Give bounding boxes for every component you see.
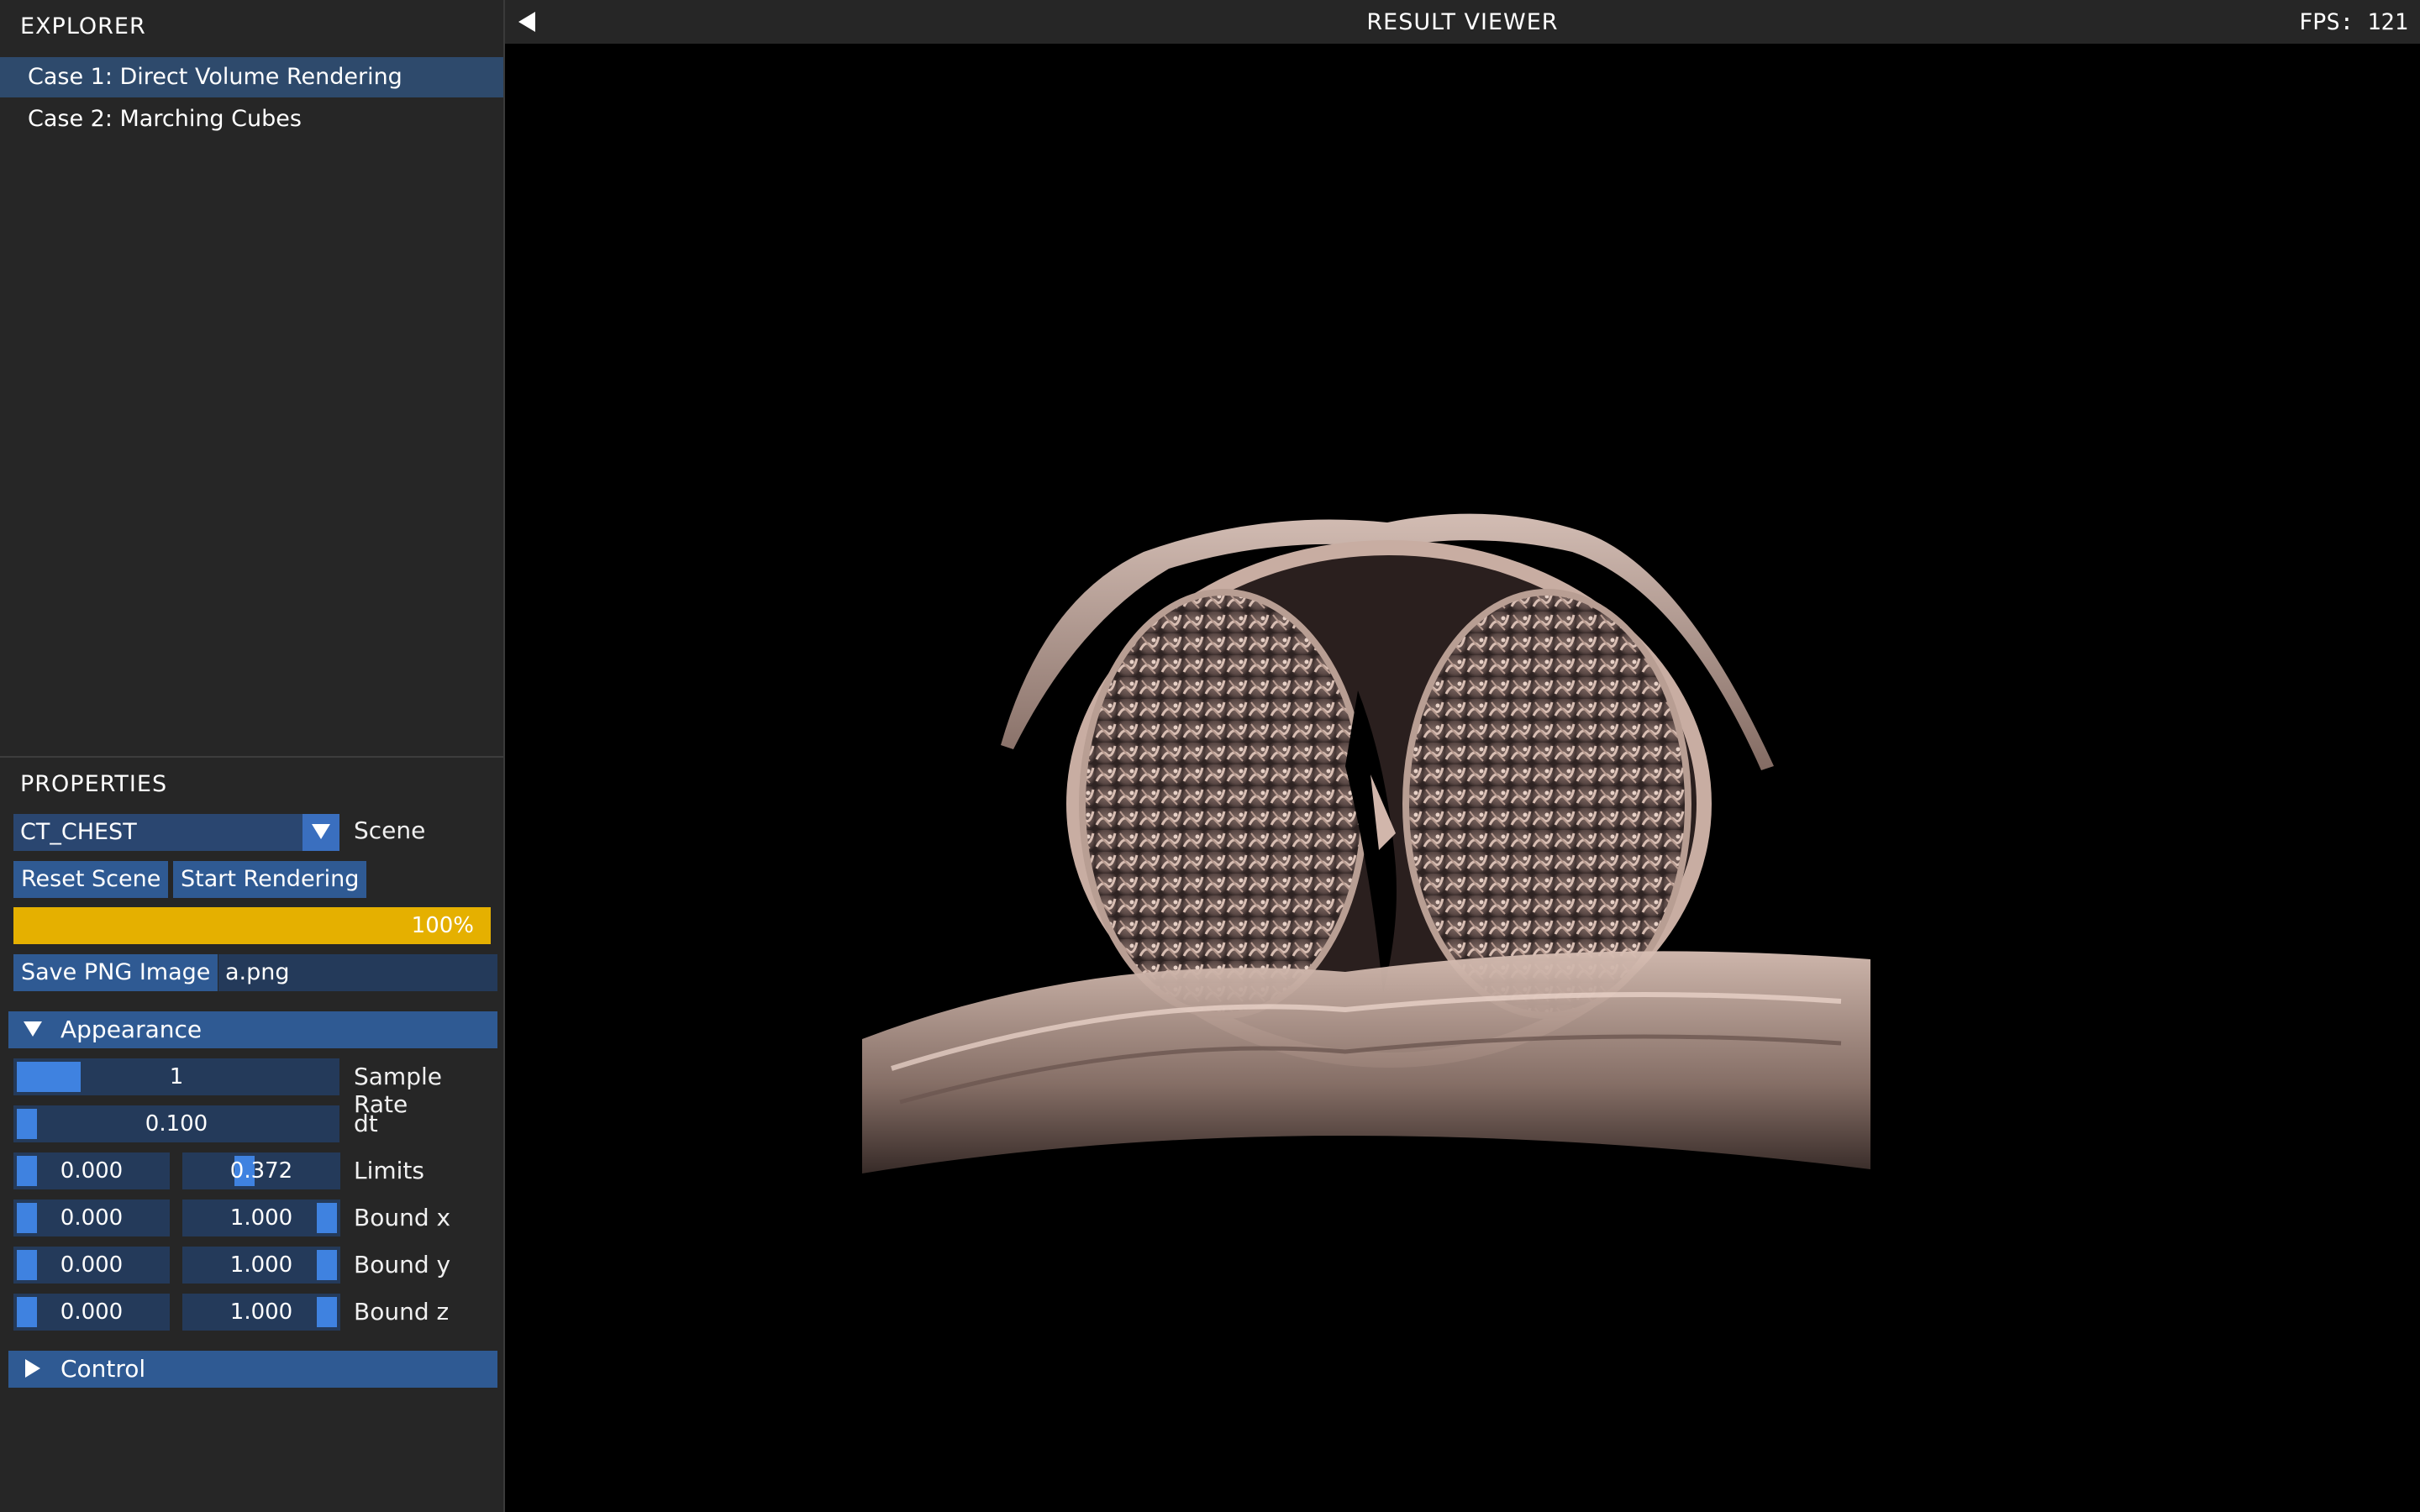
bound-y-label: Bound y — [354, 1251, 451, 1278]
control-label: Control — [60, 1355, 146, 1383]
dt-label: dt — [354, 1110, 378, 1137]
explorer-item-marching-cubes[interactable]: Case 2: Marching Cubes — [0, 99, 503, 139]
render-viewport[interactable] — [505, 44, 2420, 1512]
bound-z-max-value: 1.000 — [229, 1299, 293, 1325]
chevron-down-icon[interactable] — [302, 814, 339, 851]
bound-x-max-value: 1.000 — [229, 1205, 293, 1231]
bound-z-max-slider[interactable]: 1.000 — [182, 1294, 340, 1331]
sample-rate-slider[interactable]: 1 — [13, 1058, 339, 1095]
control-section-header[interactable]: Control — [8, 1351, 497, 1388]
bound-z-min-value: 0.000 — [60, 1299, 124, 1325]
bound-y-max-value: 1.000 — [229, 1252, 293, 1278]
bound-z-label: Bound z — [354, 1298, 450, 1326]
panel-divider[interactable] — [0, 756, 503, 758]
limits-max-value: 0.372 — [229, 1158, 293, 1184]
bound-z-min-slider[interactable]: 0.000 — [13, 1294, 170, 1331]
scene-dropdown[interactable]: CT_CHEST — [13, 814, 339, 851]
properties-title: PROPERTIES — [20, 771, 168, 797]
sample-rate-value: 1 — [169, 1064, 184, 1089]
dt-slider[interactable]: 0.100 — [13, 1105, 339, 1142]
triangle-down-icon — [24, 1020, 42, 1042]
render-progress-bar: 100% — [13, 907, 491, 944]
volume-render-image — [862, 513, 1870, 1173]
progress-text: 100% — [411, 913, 474, 938]
triangle-right-icon — [24, 1359, 42, 1381]
explorer-title: EXPLORER — [20, 13, 146, 39]
dt-value: 0.100 — [145, 1111, 208, 1137]
bound-x-max-slider[interactable]: 1.000 — [182, 1200, 340, 1236]
bound-x-min-value: 0.000 — [60, 1205, 124, 1231]
left-panel: EXPLORER Case 1: Direct Volume Rendering… — [0, 0, 505, 1512]
fps-counter: FPS: 121 — [2298, 9, 2408, 35]
save-png-button[interactable]: Save PNG Image — [13, 954, 218, 991]
bound-x-min-slider[interactable]: 0.000 — [13, 1200, 170, 1236]
bound-x-label: Bound x — [354, 1204, 451, 1231]
scene-label: Scene — [354, 816, 426, 844]
limits-max-slider[interactable]: 0.372 — [182, 1152, 340, 1189]
viewer-header: RESULT VIEWER FPS: 121 — [505, 0, 2420, 44]
limits-min-value: 0.000 — [60, 1158, 124, 1184]
bound-y-min-value: 0.000 — [60, 1252, 124, 1278]
viewer-title: RESULT VIEWER — [1366, 9, 1559, 35]
explorer-item-label: Case 1: Direct Volume Rendering — [28, 64, 402, 90]
appearance-label: Appearance — [60, 1016, 203, 1043]
limits-label: Limits — [354, 1157, 424, 1184]
scene-dropdown-value: CT_CHEST — [20, 819, 137, 845]
filename-input[interactable]: a.png — [218, 954, 497, 991]
bound-y-min-slider[interactable]: 0.000 — [13, 1247, 170, 1284]
reset-scene-button[interactable]: Reset Scene — [13, 861, 169, 898]
explorer-item-label: Case 2: Marching Cubes — [28, 106, 302, 132]
bound-y-max-slider[interactable]: 1.000 — [182, 1247, 340, 1284]
start-rendering-button[interactable]: Start Rendering — [173, 861, 367, 898]
limits-min-slider[interactable]: 0.000 — [13, 1152, 170, 1189]
appearance-section-header[interactable]: Appearance — [8, 1011, 497, 1048]
explorer-item-direct-volume-rendering[interactable]: Case 1: Direct Volume Rendering — [0, 57, 503, 97]
